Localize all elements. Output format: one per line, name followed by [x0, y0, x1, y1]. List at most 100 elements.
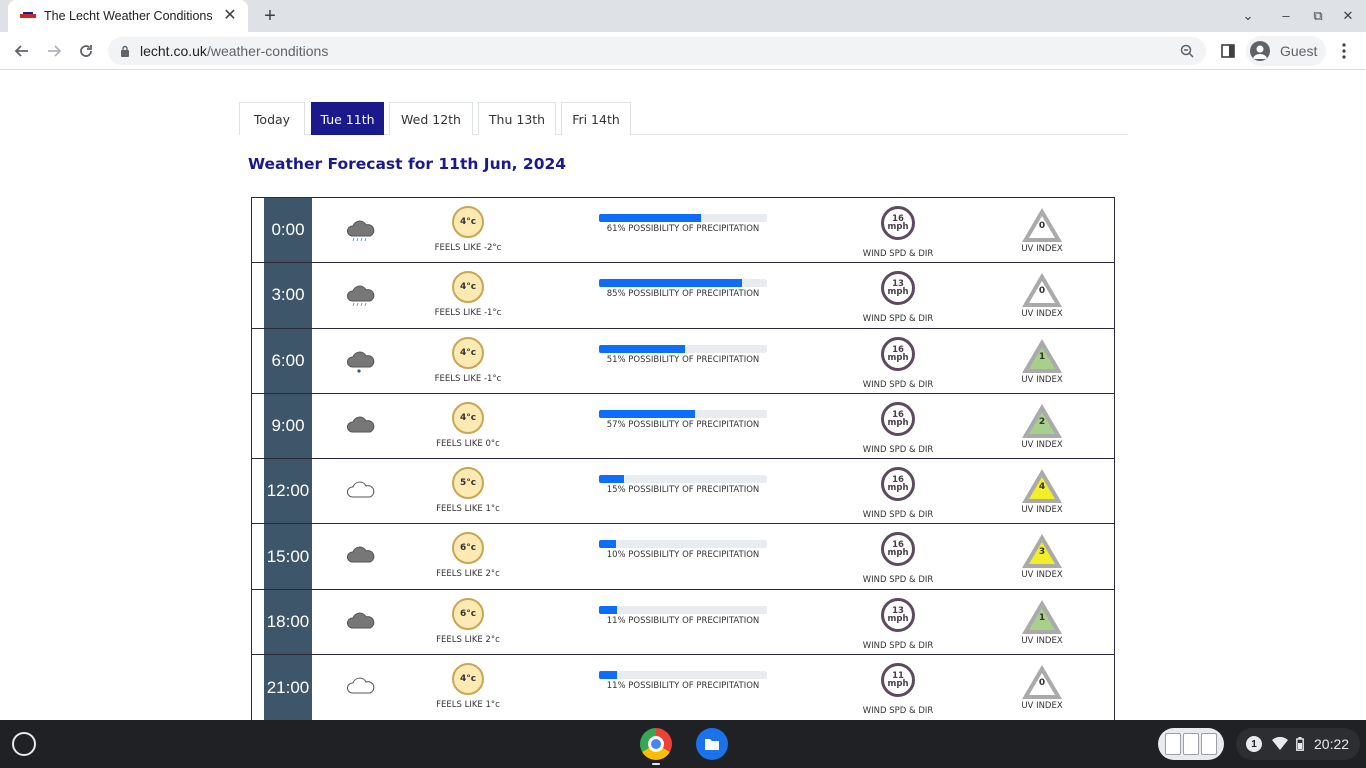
tab-fri-14th[interactable]: Fri 14th: [561, 102, 631, 135]
browser-tab[interactable]: The Lecht Weather Conditions ✕: [8, 0, 248, 32]
precipitation-bar: [599, 279, 767, 288]
profile-label: Guest: [1280, 43, 1318, 59]
wind-compass-icon: 13 mph: [881, 597, 915, 632]
precipitation-fill: [599, 214, 702, 222]
forecast-row: 21:00 4°c FEELS LIKE 1°c 11% POSSIBILITY…: [252, 655, 1114, 720]
holding-file-icon: [1183, 733, 1199, 755]
forecast-row: 0:00 4°c FEELS LIKE -2°c 61% POSSIBILITY…: [252, 198, 1114, 264]
temperature-badge: 4°c: [452, 336, 484, 369]
wind-label: WIND SPD & DIR: [862, 444, 934, 455]
page-content: Today Tue 11th Wed 12th Thu 13th Fri 14t…: [0, 71, 1366, 720]
precipitation-text: 15% POSSIBILITY OF PRECIPITATION: [606, 485, 760, 496]
forecast-row: 9:00 4°c FEELS LIKE 0°c 57% POSSIBILITY …: [252, 393, 1114, 460]
uv-triangle-icon: 0: [1020, 663, 1064, 701]
forecast-row: 12:00 5°c FEELS LIKE 1°c 15% POSSIBILITY…: [252, 459, 1114, 525]
zoom-icon[interactable]: [1180, 44, 1194, 58]
wind-label: WIND SPD & DIR: [862, 706, 934, 717]
restore-button[interactable]: ⧉: [1308, 6, 1328, 26]
launcher-icon[interactable]: [12, 732, 36, 756]
uv-value: 0: [1038, 286, 1046, 297]
dark-cloud-icon: [346, 610, 376, 636]
uv-label: UV INDEX: [1021, 505, 1063, 516]
precipitation-bar: [599, 344, 767, 353]
url-path: /weather-conditions: [206, 43, 329, 59]
new-tab-button[interactable]: +: [260, 4, 280, 28]
forecast-table: 0:00 4°c FEELS LIKE -2°c 61% POSSIBILITY…: [251, 197, 1115, 720]
feels-like-text: FEELS LIKE 1°c: [436, 700, 500, 711]
precipitation-fill: [599, 279, 742, 288]
temperature-badge: 6°c: [452, 597, 484, 630]
wifi-icon: [1272, 737, 1288, 750]
rain-cloud-icon: [346, 283, 376, 309]
uv-triangle-icon: 2: [1020, 402, 1064, 440]
back-button[interactable]: [10, 39, 34, 63]
tab-tue-11th[interactable]: Tue 11th: [311, 102, 384, 135]
wind-compass-icon: 16 mph: [881, 532, 915, 567]
wind-unit: mph: [887, 352, 909, 363]
precipitation-fill: [599, 605, 618, 614]
tab-search-chevron-icon[interactable]: ⌄: [1238, 6, 1258, 26]
uv-label: UV INDEX: [1021, 701, 1063, 712]
wind-compass-icon: 16 mph: [881, 336, 915, 371]
wind-compass-icon: 16 mph: [881, 401, 915, 436]
light-cloud-icon: [346, 479, 376, 505]
close-window-button[interactable]: ✕: [1338, 6, 1358, 26]
temperature-badge: 4°c: [452, 401, 484, 434]
row-time: 0:00: [264, 198, 312, 263]
uv-value: 1: [1038, 351, 1046, 362]
precipitation-text: 10% POSSIBILITY OF PRECIPITATION: [606, 550, 760, 561]
precipitation-fill: [599, 475, 625, 484]
menu-button[interactable]: [1332, 39, 1356, 63]
forward-button[interactable]: [42, 39, 66, 63]
uv-value: 1: [1038, 612, 1046, 623]
tab-wed-12th[interactable]: Wed 12th: [389, 102, 473, 135]
wind-compass-icon: 13 mph: [881, 271, 915, 306]
precipitation-text: 85% POSSIBILITY OF PRECIPITATION: [606, 289, 760, 300]
profile-button[interactable]: Guest: [1246, 36, 1326, 66]
temperature-badge: 4°c: [452, 271, 484, 304]
side-panel-icon: [1221, 44, 1235, 58]
row-time: 18:00: [264, 589, 312, 655]
precipitation-fill: [599, 344, 685, 353]
uv-label: UV INDEX: [1021, 374, 1063, 385]
wind-unit: mph: [887, 483, 909, 494]
row-time: 9:00: [264, 393, 312, 459]
tab-thu-13th[interactable]: Thu 13th: [478, 102, 556, 135]
tab-close-icon[interactable]: ✕: [222, 8, 238, 24]
wind-compass-icon: 16 mph: [881, 467, 915, 502]
row-time: 15:00: [264, 524, 312, 589]
precipitation-text: 57% POSSIBILITY OF PRECIPITATION: [606, 419, 760, 430]
temperature-badge: 6°c: [452, 532, 484, 565]
minimize-button[interactable]: –: [1276, 6, 1296, 26]
chrome-app-icon[interactable]: [640, 728, 672, 760]
tab-today[interactable]: Today: [239, 102, 305, 135]
wind-unit: mph: [887, 679, 909, 690]
drizzle-cloud-icon: [346, 349, 376, 375]
uv-label: UV INDEX: [1021, 439, 1063, 450]
feels-like-text: FEELS LIKE -1°c: [434, 373, 502, 384]
files-app-icon[interactable]: [696, 728, 728, 760]
precipitation-bar: [599, 540, 767, 549]
uv-value: 2: [1038, 416, 1046, 427]
tab-title: The Lecht Weather Conditions: [44, 9, 213, 23]
forecast-row: 15:00 6°c FEELS LIKE 2°c 10% POSSIBILITY…: [252, 524, 1114, 590]
address-bar[interactable]: lecht.co.uk/weather-conditions: [108, 37, 1206, 65]
reload-button[interactable]: [74, 39, 98, 63]
side-panel-button[interactable]: [1216, 39, 1240, 63]
status-tray[interactable]: 1 20:22: [1236, 728, 1360, 760]
precipitation-bar: [599, 605, 767, 614]
precipitation-text: 51% POSSIBILITY OF PRECIPITATION: [606, 354, 760, 365]
forecast-row: 6:00 4°c FEELS LIKE -1°c 51% POSSIBILITY…: [252, 328, 1114, 394]
wind-compass-icon: 16 mph: [881, 206, 915, 240]
url-host: lecht.co.uk: [140, 43, 207, 59]
day-tabs: Today Tue 11th Wed 12th Thu 13th Fri 14t…: [239, 102, 1128, 135]
wind-label: WIND SPD & DIR: [862, 314, 934, 325]
browser-toolbar: lecht.co.uk/weather-conditions Guest: [0, 32, 1366, 70]
precipitation-text: 11% POSSIBILITY OF PRECIPITATION: [606, 681, 760, 692]
holding-space-button[interactable]: [1158, 728, 1224, 760]
kebab-menu-icon: [1342, 43, 1346, 59]
precipitation-fill: [599, 540, 616, 549]
uv-triangle-icon: 1: [1020, 337, 1064, 375]
feels-like-text: FEELS LIKE 0°c: [436, 438, 500, 449]
feels-like-text: FEELS LIKE -2°c: [434, 243, 502, 253]
